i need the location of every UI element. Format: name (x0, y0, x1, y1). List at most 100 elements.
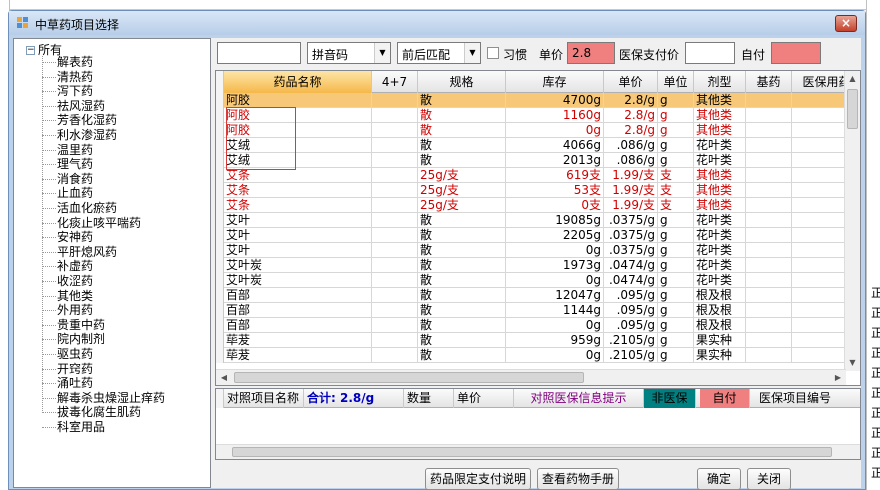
row-header[interactable] (216, 123, 224, 138)
tree-item[interactable]: 泻下药 (42, 84, 93, 98)
tree-item[interactable]: 止血药 (42, 186, 93, 200)
limit-payment-info-button[interactable]: 药品限定支付说明 (425, 468, 531, 490)
tree-item[interactable]: 其他类 (42, 289, 93, 303)
row-header[interactable] (216, 258, 224, 273)
tree-item[interactable]: 化痰止咳平喘药 (42, 216, 141, 230)
tree-item[interactable]: 清热药 (42, 70, 93, 84)
mapping-horizontal-scrollbar[interactable] (216, 444, 860, 459)
horizontal-scroll-thumb[interactable] (234, 372, 584, 383)
table-row[interactable]: 艾条 25g/支 619支 1.99/支支其他类 (216, 168, 846, 183)
table-row[interactable]: 阿胶散 1160g 2.8/g g 其他类 (216, 108, 846, 123)
tree-item[interactable]: 涌吐药 (42, 376, 93, 390)
table-row[interactable]: 百部 散 12047g .095/g g 根及根 (216, 288, 846, 303)
tree-item[interactable]: 芳香化湿药 (42, 113, 117, 127)
habit-checkbox[interactable] (487, 47, 499, 59)
row-header[interactable] (216, 183, 224, 198)
tree-item[interactable]: 祛风湿药 (42, 99, 105, 113)
table-row[interactable]: 荜茇 散 0g .2105/g g 果实种 (216, 348, 846, 363)
mapping-scroll-thumb[interactable] (232, 447, 832, 457)
tree-item[interactable]: 外用药 (42, 303, 93, 317)
row-header[interactable] (216, 348, 224, 363)
close-window-button[interactable]: × (835, 15, 857, 32)
grid-vertical-scrollbar[interactable]: ▲ ▼ (844, 71, 860, 371)
tree-item[interactable]: 安神药 (42, 230, 93, 244)
row-header[interactable] (216, 213, 224, 228)
chevron-down-icon[interactable]: ▼ (374, 43, 390, 63)
table-row[interactable]: 艾绒散 2013g .086/g g 花叶类 (216, 153, 846, 168)
scroll-right-icon[interactable]: ▶ (830, 370, 846, 385)
scroll-left-icon[interactable]: ◀ (216, 370, 232, 385)
tree-item[interactable]: 科室用品 (42, 420, 105, 434)
ok-button[interactable]: 确定 (697, 468, 741, 490)
column-header[interactable]: 剂型 (694, 71, 746, 93)
table-row[interactable]: 艾叶 散 2205g .0375/g g 花叶类 (216, 228, 846, 243)
vertical-scroll-thumb[interactable] (847, 89, 858, 129)
column-header[interactable]: 药品名称 (224, 71, 372, 93)
table-row[interactable]: 艾叶炭 散 1973g .0474/g g 花叶类 (216, 258, 846, 273)
column-header[interactable]: 规格 (418, 71, 506, 93)
tree-item[interactable]: 院内制剂 (42, 332, 105, 346)
background-cell: 正 (869, 426, 880, 441)
drug-grid: 药品名称 4+7 规格 库存 单价 单位 剂型 基药 医保用药 阿胶散 4700g 2.8/g g 其他… (215, 70, 861, 386)
row-header[interactable] (216, 198, 224, 213)
self-pay-field[interactable] (771, 42, 821, 64)
row-header[interactable] (216, 303, 224, 318)
row-header[interactable] (216, 273, 224, 288)
chevron-down-icon[interactable]: ▼ (464, 43, 480, 63)
table-row[interactable]: 艾条 25g/支 53支 1.99/支支其他类 (216, 183, 846, 198)
tree-item[interactable]: 温里药 (42, 143, 93, 157)
column-header[interactable]: 4+7 (372, 71, 418, 93)
row-header[interactable] (216, 108, 224, 123)
tree-item[interactable]: 补虚药 (42, 259, 93, 273)
tree-root-all[interactable]: − 所有 (26, 41, 62, 57)
column-header[interactable]: 单价 (604, 71, 658, 93)
tree-item[interactable]: 拔毒化腐生肌药 (42, 405, 141, 419)
column-header[interactable]: 基药 (746, 71, 792, 93)
tree-item[interactable]: 消食药 (42, 172, 93, 186)
collapse-icon[interactable]: − (26, 46, 35, 55)
tree-item[interactable]: 解表药 (42, 55, 93, 69)
grid-horizontal-scrollbar[interactable]: ◀ ▶ (216, 369, 846, 385)
table-row[interactable]: 艾叶 散 0g .0375/g g 花叶类 (216, 243, 846, 258)
tree-item[interactable]: 活血化瘀药 (42, 201, 117, 215)
close-button[interactable]: 关闭 (747, 468, 791, 490)
match-mode-select[interactable]: 前后匹配 ▼ (397, 42, 481, 64)
row-header[interactable] (216, 168, 224, 183)
search-input[interactable] (217, 42, 301, 64)
row-header[interactable] (216, 333, 224, 348)
tree-item[interactable]: 开窍药 (42, 362, 93, 376)
table-row[interactable]: 阿胶 散 4700g 2.8/g g 其他类 (216, 93, 846, 108)
table-row[interactable]: 百部 散 1144g .095/g g 根及根 (216, 303, 846, 318)
column-header[interactable]: 库存 (506, 71, 604, 93)
table-row[interactable]: 艾绒散 4066g .086/g g 花叶类 (216, 138, 846, 153)
insurance-price-field[interactable] (685, 42, 735, 64)
table-row[interactable]: 百部 散 0g .095/g g 根及根 (216, 318, 846, 333)
scroll-up-icon[interactable]: ▲ (845, 71, 860, 87)
tree-item[interactable]: 贵重中药 (42, 318, 105, 332)
row-header[interactable] (216, 93, 224, 108)
tree-item[interactable]: 驱虫药 (42, 347, 93, 361)
tree-item[interactable]: 解毒杀虫燥湿止痒药 (42, 391, 165, 405)
table-cell (746, 258, 792, 273)
price-field[interactable]: 2.8 (567, 42, 615, 64)
tree-item[interactable]: 平肝熄风药 (42, 245, 117, 259)
tree-item[interactable]: 利水渗湿药 (42, 128, 117, 142)
table-row[interactable]: 艾条 25g/支 0支 1.99/支支其他类 (216, 198, 846, 213)
tree-item[interactable]: 收涩药 (42, 274, 93, 288)
pinyin-select[interactable]: 拼音码 ▼ (307, 42, 391, 64)
table-row[interactable]: 艾叶炭 散 0g .0474/g g 花叶类 (216, 273, 846, 288)
row-header[interactable] (216, 318, 224, 333)
row-header[interactable] (216, 228, 224, 243)
table-row[interactable]: 艾叶 散 19085g .0375/g g 花叶类 (216, 213, 846, 228)
row-header[interactable] (216, 153, 224, 168)
view-drug-manual-button[interactable]: 查看药物手册 (537, 468, 619, 490)
row-header[interactable] (216, 288, 224, 303)
tree-item[interactable]: 理气药 (42, 157, 93, 171)
table-row[interactable]: 荜茇 散 959g .2105/g g 果实种 (216, 333, 846, 348)
table-row[interactable]: 阿胶散 0g 2.8/g g 其他类 (216, 123, 846, 138)
scroll-down-icon[interactable]: ▼ (845, 355, 860, 371)
row-header[interactable] (216, 243, 224, 258)
row-header[interactable] (216, 138, 224, 153)
tree-branch-line (42, 354, 56, 355)
column-header[interactable]: 单位 (658, 71, 694, 93)
